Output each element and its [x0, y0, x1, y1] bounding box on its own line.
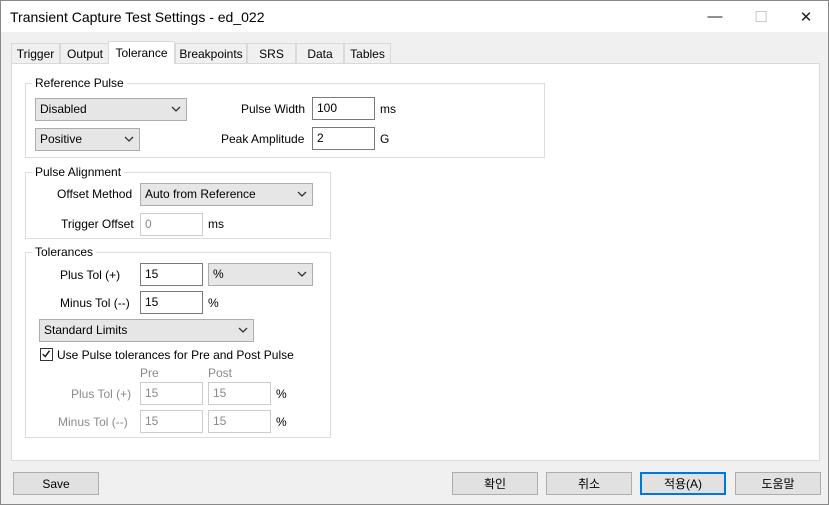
trigger-offset-label: Trigger Offset [61, 217, 134, 231]
plus-tol-unit-select[interactable]: % [208, 263, 313, 286]
pp-minus-post-input[interactable]: 15 [208, 410, 271, 433]
tab-label: Data [307, 46, 333, 61]
tab-breakpoints[interactable]: Breakpoints [175, 43, 247, 63]
ok-button[interactable]: 확인 [452, 472, 538, 495]
polarity-select[interactable]: Positive [35, 128, 140, 151]
pp-plus-post-input[interactable]: 15 [208, 382, 271, 405]
pulse-width-unit: ms [380, 102, 396, 116]
polarity-value: Positive [40, 132, 83, 146]
pp-plus-unit: % [276, 387, 287, 401]
minus-tol-unit: % [208, 296, 219, 310]
cancel-button[interactable]: 취소 [546, 472, 632, 495]
tab-output[interactable]: Output [60, 43, 110, 63]
tolerances-title: Tolerances [32, 245, 97, 259]
minus-tol-input[interactable]: 15 [140, 291, 203, 314]
tab-label: Breakpoints [179, 46, 243, 61]
post-header: Post [208, 366, 233, 380]
dialog-window: Transient Capture Test Settings - ed_022… [0, 0, 829, 505]
minimize-icon: — [707, 8, 723, 25]
tab-label: Tolerance [115, 46, 168, 60]
tab-label: Tables [350, 46, 385, 61]
pulse-alignment-title: Pulse Alignment [32, 165, 125, 179]
minimize-button[interactable]: — [692, 1, 738, 32]
plus-tol-unit-value: % [213, 267, 224, 281]
checkmark-icon [42, 350, 51, 358]
reference-pulse-group: Reference Pulse Disabled Positive Pulse … [25, 76, 545, 158]
pp-minus-tol-label: Minus Tol (--) [58, 415, 128, 429]
help-button[interactable]: 도움말 [735, 472, 821, 495]
pulse-alignment-group: Pulse Alignment Offset Method Auto from … [25, 165, 331, 239]
apply-button[interactable]: 적용(A) [640, 472, 726, 495]
pulse-width-input[interactable]: 100 [312, 97, 375, 120]
trigger-offset-unit: ms [208, 217, 224, 231]
tolerance-panel: Reference Pulse Disabled Positive Pulse … [11, 63, 820, 461]
use-pulse-checkbox[interactable] [40, 348, 53, 361]
chevron-down-icon [124, 136, 134, 142]
limits-value: Standard Limits [44, 323, 128, 337]
limits-select[interactable]: Standard Limits [39, 319, 254, 342]
peak-amplitude-unit: G [380, 132, 390, 146]
chevron-down-icon [297, 191, 307, 197]
peak-amplitude-input[interactable]: 2 [312, 127, 375, 150]
tab-trigger[interactable]: Trigger [11, 43, 60, 63]
chevron-down-icon [238, 327, 248, 333]
cancel-button-label: 취소 [577, 477, 601, 491]
title-bar: Transient Capture Test Settings - ed_022… [1, 1, 828, 32]
tab-label: Trigger [16, 46, 55, 61]
pp-plus-tol-label: Plus Tol (+) [71, 387, 132, 401]
window-title: Transient Capture Test Settings - ed_022 [10, 9, 265, 25]
tab-label: Output [66, 46, 104, 61]
pp-minus-pre-input[interactable]: 15 [140, 410, 203, 433]
pp-minus-unit: % [276, 415, 287, 429]
apply-button-label: 적용(A) [663, 477, 703, 491]
plus-tol-label: Plus Tol (+) [60, 268, 121, 282]
help-button-label: 도움말 [761, 477, 795, 491]
offset-method-select[interactable]: Auto from Reference [140, 183, 313, 206]
reference-type-select[interactable]: Disabled [35, 98, 187, 121]
ok-button-label: 확인 [483, 477, 507, 491]
reference-pulse-title: Reference Pulse [32, 76, 127, 90]
trigger-offset-input[interactable]: 0 [140, 213, 203, 236]
close-button[interactable]: ✕ [783, 1, 829, 32]
tolerances-group: Tolerances Plus Tol (+) 15 % Minus Tol (… [25, 245, 331, 438]
tab-tolerance[interactable]: Tolerance [108, 41, 175, 64]
maximize-button: ☐ [738, 1, 784, 32]
offset-method-label: Offset Method [57, 187, 133, 201]
peak-amplitude-label: Peak Amplitude [221, 132, 305, 146]
pre-header: Pre [140, 366, 159, 380]
pp-plus-pre-input[interactable]: 15 [140, 382, 203, 405]
maximize-icon: ☐ [754, 8, 768, 26]
minus-tol-label: Minus Tol (--) [60, 296, 130, 310]
offset-method-value: Auto from Reference [145, 187, 256, 201]
close-icon: ✕ [799, 8, 813, 26]
pulse-width-label: Pulse Width [241, 102, 306, 116]
reference-type-value: Disabled [40, 102, 87, 116]
use-pulse-checkbox-label[interactable]: Use Pulse tolerances for Pre and Post Pu… [57, 348, 294, 362]
tab-tables[interactable]: Tables [344, 43, 391, 63]
save-button-label: Save [42, 476, 70, 491]
tab-srs[interactable]: SRS [247, 43, 296, 63]
chevron-down-icon [171, 106, 181, 112]
chevron-down-icon [297, 271, 307, 277]
save-button[interactable]: Save [13, 472, 99, 495]
tab-label: SRS [259, 46, 284, 61]
plus-tol-input[interactable]: 15 [140, 263, 203, 286]
tab-data[interactable]: Data [296, 43, 344, 63]
